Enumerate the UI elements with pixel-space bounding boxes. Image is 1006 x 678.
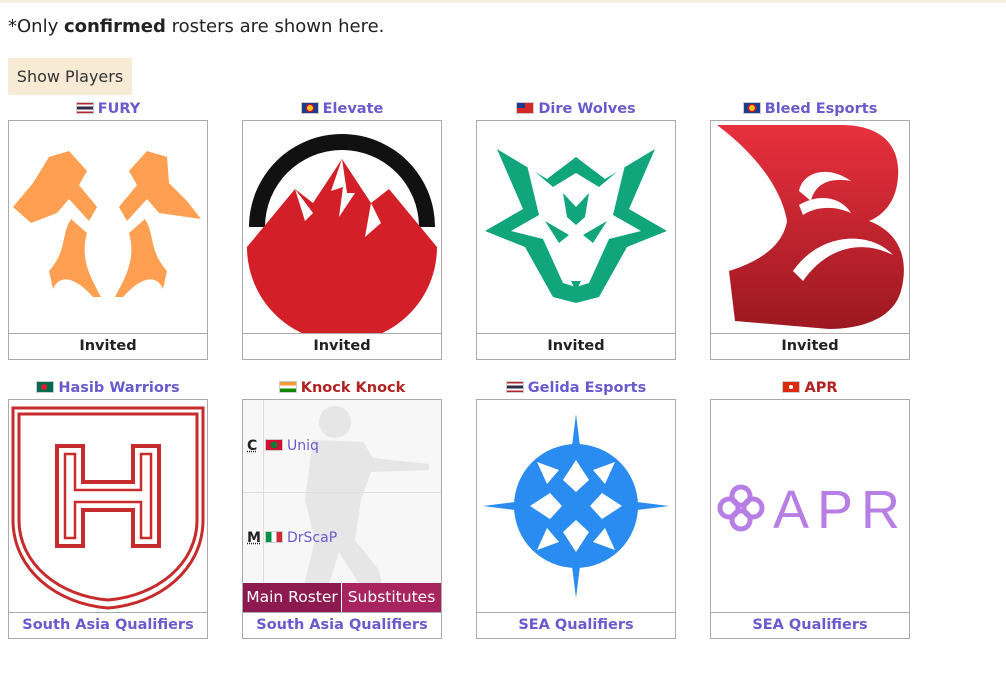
apr-logo-text: APR bbox=[773, 480, 908, 540]
asean-flag-icon bbox=[742, 102, 761, 114]
team-card-gelida-esports: Gelida Esports SEA Qualifiers bbox=[476, 378, 676, 639]
hong-kong-flag-icon bbox=[782, 381, 801, 393]
player-drscap[interactable]: DrScaP bbox=[265, 530, 337, 546]
team-name-apr[interactable]: APR bbox=[710, 378, 910, 399]
position-manager: M bbox=[247, 530, 261, 546]
team-status-elevate: Invited bbox=[243, 333, 441, 359]
tab-main-roster[interactable]: Main Roster bbox=[243, 583, 342, 612]
team-name-bleed-esports[interactable]: Bleed Esports bbox=[710, 99, 910, 120]
apr-logo[interactable]: APR bbox=[711, 400, 909, 612]
gelida-esports-logo[interactable] bbox=[477, 400, 675, 612]
thailand-flag-icon bbox=[505, 381, 524, 393]
team-name-fury[interactable]: FURY bbox=[8, 99, 208, 120]
thailand-flag-icon bbox=[75, 102, 94, 114]
bleed-esports-logo[interactable] bbox=[711, 121, 909, 333]
team-name-elevate[interactable]: Elevate bbox=[242, 99, 442, 120]
asean-flag-icon bbox=[300, 102, 319, 114]
team-status-knock-knock[interactable]: South Asia Qualifiers bbox=[243, 612, 441, 638]
tab-substitutes[interactable]: Substitutes bbox=[342, 583, 441, 612]
top-divider bbox=[0, 0, 1006, 3]
roster-tabs: Main Roster Substitutes bbox=[243, 583, 441, 612]
team-card-knock-knock: Knock Knock C Uniq M DrScaP Main Roster bbox=[242, 378, 442, 639]
italy-flag-icon bbox=[265, 531, 283, 543]
player-uniq[interactable]: Uniq bbox=[265, 438, 319, 454]
team-status-apr[interactable]: SEA Qualifiers bbox=[711, 612, 909, 638]
divider bbox=[263, 400, 264, 492]
roster-row: C Uniq bbox=[243, 400, 441, 493]
team-card-elevate: Elevate Invited bbox=[242, 99, 442, 360]
india-flag-icon bbox=[278, 381, 297, 393]
position-captain: C bbox=[247, 438, 258, 454]
team-name-gelida-esports[interactable]: Gelida Esports bbox=[476, 378, 676, 399]
team-status-dire-wolves: Invited bbox=[477, 333, 675, 359]
maldives-flag-icon bbox=[265, 439, 283, 451]
team-name-knock-knock[interactable]: Knock Knock bbox=[242, 378, 442, 399]
dire-wolves-logo[interactable] bbox=[477, 121, 675, 333]
show-players-button[interactable]: Show Players bbox=[8, 58, 132, 95]
team-status-gelida-esports[interactable]: SEA Qualifiers bbox=[477, 612, 675, 638]
elevate-logo[interactable] bbox=[243, 121, 441, 333]
team-card-fury: FURY Invited bbox=[8, 99, 208, 360]
team-name-dire-wolves[interactable]: Dire Wolves bbox=[476, 99, 676, 120]
team-card-bleed-esports: Bleed Esports Invited bbox=[710, 99, 910, 360]
divider bbox=[263, 492, 264, 584]
roster-note: *Only confirmed rosters are shown here. bbox=[8, 16, 385, 37]
hasib-warriors-logo[interactable] bbox=[9, 400, 207, 612]
roster-row: M DrScaP bbox=[243, 492, 441, 585]
roster-card: C Uniq M DrScaP Main Roster Substitutes bbox=[243, 400, 441, 612]
team-name-hasib-warriors[interactable]: Hasib Warriors bbox=[8, 378, 208, 399]
team-card-apr: APR APR SEA Qualifiers bbox=[710, 378, 910, 639]
fury-logo[interactable] bbox=[9, 121, 207, 333]
team-status-bleed-esports: Invited bbox=[711, 333, 909, 359]
team-card-dire-wolves: Dire Wolves Invited bbox=[476, 99, 676, 360]
bangladesh-flag-icon bbox=[36, 381, 55, 393]
team-card-hasib-warriors: Hasib Warriors South Asia Qualifiers bbox=[8, 378, 208, 639]
team-status-hasib-warriors[interactable]: South Asia Qualifiers bbox=[9, 612, 207, 638]
team-status-fury: Invited bbox=[9, 333, 207, 359]
taiwan-flag-icon bbox=[516, 102, 535, 114]
